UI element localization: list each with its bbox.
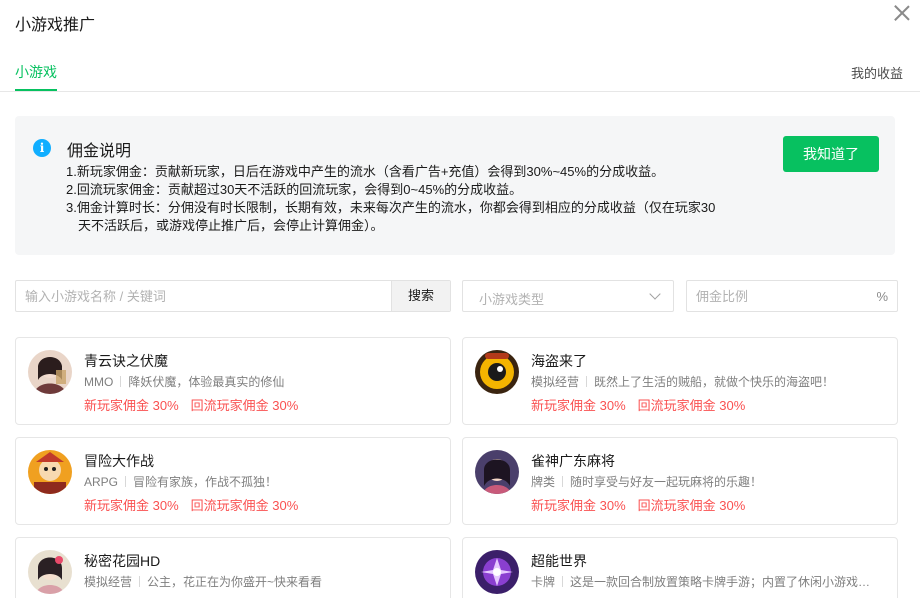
search-button[interactable]: 搜索 bbox=[391, 281, 450, 311]
game-avatar-icon bbox=[475, 450, 519, 494]
game-commission: 新玩家佣金 30% 回流玩家佣金 30% bbox=[531, 495, 745, 514]
game-category: 卡牌 bbox=[531, 575, 556, 589]
game-meta: 牌类 随时享受与好友一起玩麻将的乐趣！ bbox=[531, 473, 881, 490]
game-meta: MMO 降妖伏魔，体验最真实的修仙 bbox=[84, 373, 434, 390]
percent-suffix: % bbox=[876, 289, 888, 304]
meta-divider bbox=[562, 576, 564, 587]
game-commission: 新玩家佣金 30% 回流玩家佣金 30% bbox=[531, 395, 745, 414]
search-input[interactable] bbox=[16, 281, 391, 311]
game-name: 冒险大作战 bbox=[84, 453, 154, 469]
game-description: 随时享受与好友一起玩麻将的乐趣！ bbox=[570, 475, 763, 489]
game-category: ARPG bbox=[84, 475, 119, 489]
search-box: 搜索 bbox=[15, 280, 451, 312]
game-card[interactable]: 冒险大作战 ARPG 冒险有家族，作战不孤独！ 新玩家佣金 30% 回流玩家佣金 3… bbox=[15, 437, 451, 525]
notice-line: 1.新玩家佣金：贡献新玩家，日后在游戏中产生的流水（含看广告+充值）会得到30%… bbox=[66, 164, 665, 179]
game-card[interactable]: 雀神广东麻将 牌类 随时享受与好友一起玩麻将的乐趣！ 新玩家佣金 30% 回流玩家佣… bbox=[462, 437, 898, 525]
new-player-commission: 新玩家佣金 30% bbox=[84, 498, 179, 513]
game-meta: 卡牌 这是一款回合制放置策略卡牌手游；内置了休闲小游戏玩法 bbox=[531, 573, 881, 590]
dialog-title: 小游戏推广 bbox=[15, 17, 96, 34]
game-meta: 模拟经营 既然上了生活的贼船，就做个快乐的海盗吧！ bbox=[531, 373, 881, 390]
game-meta: ARPG 冒险有家族，作战不孤独！ bbox=[84, 473, 434, 490]
tab-bar: 小游戏 我的收益 bbox=[0, 0, 920, 92]
notice-body: 1.新玩家佣金：贡献新玩家，日后在游戏中产生的流水（含看广告+充值）会得到30%… bbox=[66, 163, 786, 235]
chevron-down-icon bbox=[649, 288, 661, 300]
game-category: 模拟经营 bbox=[84, 575, 133, 589]
game-category: 模拟经营 bbox=[531, 375, 580, 389]
game-card[interactable]: 秘密花园HD 模拟经营 公主，花正在为你盛开~快来看看 bbox=[15, 537, 451, 598]
meta-divider bbox=[120, 376, 122, 387]
notice-line: 天不活跃后，或游戏停止推广后，会停止计算佣金）。 bbox=[78, 218, 384, 233]
game-name: 海盗来了 bbox=[531, 353, 587, 369]
game-description: 降妖伏魔，体验最真实的修仙 bbox=[128, 375, 285, 389]
game-commission: 新玩家佣金 30% 回流玩家佣金 30% bbox=[84, 495, 298, 514]
game-category: MMO bbox=[84, 375, 114, 389]
commission-ratio-input[interactable] bbox=[687, 281, 867, 311]
game-type-select[interactable]: 小游戏类型 bbox=[462, 280, 674, 312]
game-name: 超能世界 bbox=[531, 553, 587, 569]
game-avatar-icon bbox=[28, 450, 72, 494]
game-avatar-icon bbox=[28, 550, 72, 594]
returning-player-commission: 回流玩家佣金 30% bbox=[637, 498, 746, 513]
tab-mini-games[interactable]: 小游戏 bbox=[15, 62, 57, 82]
notice-title: 佣金说明 bbox=[67, 143, 132, 160]
game-type-placeholder: 小游戏类型 bbox=[479, 292, 545, 307]
game-category: 牌类 bbox=[531, 475, 556, 489]
close-icon[interactable] bbox=[893, 4, 911, 22]
notice-line: 3.佣金计算时长：分佣没有时长限制，长期有效，未来每次产生的流水，你都会得到相应… bbox=[66, 200, 716, 215]
game-description: 这是一款回合制放置策略卡牌手游；内置了休闲小游戏玩法 bbox=[570, 575, 881, 589]
game-card[interactable]: 青云诀之伏魔 MMO 降妖伏魔，体验最真实的修仙 新玩家佣金 30% 回流玩家佣金 … bbox=[15, 337, 451, 425]
commission-ratio-box: % bbox=[686, 280, 898, 312]
game-description: 公主，花正在为你盛开~快来看看 bbox=[147, 575, 323, 589]
game-name: 青云诀之伏魔 bbox=[84, 353, 168, 369]
tab-active-indicator bbox=[15, 89, 57, 91]
game-card[interactable]: 海盗来了 模拟经营 既然上了生活的贼船，就做个快乐的海盗吧！ 新玩家佣金 30% 回… bbox=[462, 337, 898, 425]
new-player-commission: 新玩家佣金 30% bbox=[531, 498, 626, 513]
game-avatar-icon bbox=[28, 350, 72, 394]
game-name: 秘密花园HD bbox=[84, 553, 161, 569]
game-description: 冒险有家族，作战不孤独！ bbox=[133, 475, 278, 489]
game-meta: 模拟经营 公主，花正在为你盛开~快来看看 bbox=[84, 573, 434, 590]
tab-my-earnings[interactable]: 我的收益 bbox=[851, 63, 903, 82]
game-commission: 新玩家佣金 30% 回流玩家佣金 30% bbox=[84, 395, 298, 414]
returning-player-commission: 回流玩家佣金 30% bbox=[190, 398, 299, 413]
info-icon: i bbox=[33, 139, 51, 157]
game-card[interactable]: 超能世界 卡牌 这是一款回合制放置策略卡牌手游；内置了休闲小游戏玩法 bbox=[462, 537, 898, 598]
meta-divider bbox=[562, 476, 564, 487]
game-name: 雀神广东麻将 bbox=[531, 453, 615, 469]
returning-player-commission: 回流玩家佣金 30% bbox=[190, 498, 299, 513]
game-description: 既然上了生活的贼船，就做个快乐的海盗吧！ bbox=[594, 375, 835, 389]
notice-line: 2.回流玩家佣金：贡献超过30天不活跃的回流玩家，会得到0~45%的分成收益。 bbox=[66, 182, 523, 197]
meta-divider bbox=[139, 576, 141, 587]
game-avatar-icon bbox=[475, 350, 519, 394]
acknowledge-button[interactable]: 我知道了 bbox=[783, 136, 879, 172]
new-player-commission: 新玩家佣金 30% bbox=[531, 398, 626, 413]
new-player-commission: 新玩家佣金 30% bbox=[84, 398, 179, 413]
game-avatar-icon bbox=[475, 550, 519, 594]
meta-divider bbox=[586, 376, 588, 387]
commission-notice: i 佣金说明 1.新玩家佣金：贡献新玩家，日后在游戏中产生的流水（含看广告+充值… bbox=[15, 116, 895, 255]
returning-player-commission: 回流玩家佣金 30% bbox=[637, 398, 746, 413]
meta-divider bbox=[125, 476, 127, 487]
